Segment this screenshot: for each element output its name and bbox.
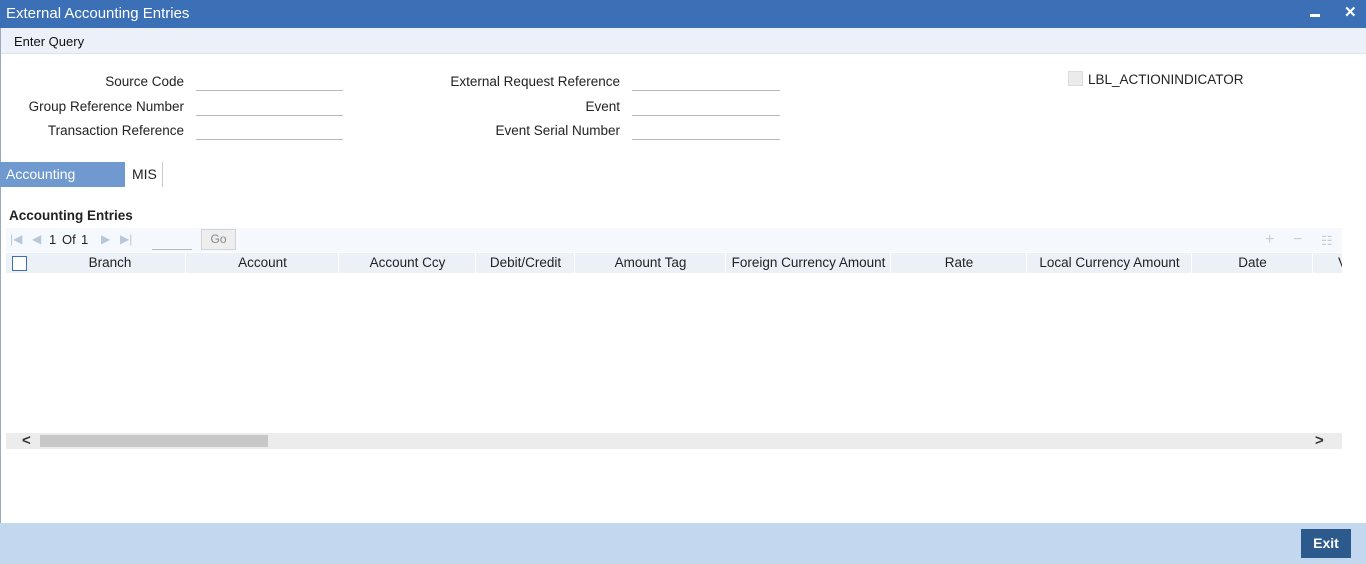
- column-header-local-currency-amount[interactable]: Local Currency Amount: [1028, 253, 1192, 273]
- window-titlebar: External Accounting Entries ✕: [0, 0, 1366, 28]
- column-header-account-ccy[interactable]: Account Ccy: [340, 253, 476, 273]
- external-request-reference-field[interactable]: [632, 71, 780, 91]
- column-header-amount-tag[interactable]: Amount Tag: [576, 253, 726, 273]
- current-page: 1: [49, 232, 57, 247]
- event-field[interactable]: [632, 96, 780, 116]
- previous-page-icon[interactable]: ◀: [32, 232, 41, 246]
- column-header-branch[interactable]: Branch: [35, 253, 186, 273]
- horizontal-scrollbar[interactable]: < >: [6, 432, 1342, 449]
- select-all-checkbox[interactable]: [12, 256, 27, 271]
- page-number-input[interactable]: [152, 230, 192, 250]
- external-request-reference-label: External Request Reference: [450, 74, 620, 89]
- action-indicator-label: LBL_ACTIONINDICATOR: [1088, 72, 1244, 87]
- event-label: Event: [585, 99, 620, 114]
- footer-bar: Exit: [0, 523, 1366, 564]
- list-view-icon[interactable]: ☷: [1321, 233, 1333, 249]
- column-header-debit-credit[interactable]: Debit/Credit: [477, 253, 575, 273]
- action-indicator-checkbox[interactable]: [1068, 71, 1083, 86]
- first-page-icon[interactable]: |◀: [10, 232, 22, 246]
- scrollbar-thumb[interactable]: [40, 435, 268, 447]
- scroll-left-icon[interactable]: <: [22, 432, 31, 449]
- menubar: Enter Query: [0, 28, 1366, 54]
- close-icon[interactable]: ✕: [1344, 4, 1357, 22]
- group-reference-number-label: Group Reference Number: [28, 99, 184, 114]
- transaction-reference-label: Transaction Reference: [47, 123, 184, 138]
- go-button[interactable]: Go: [201, 229, 236, 250]
- source-code-label: Source Code: [105, 74, 184, 89]
- tab-accounting-entries[interactable]: Accounting Entries: [0, 162, 125, 207]
- section-title: Accounting Entries: [9, 208, 133, 223]
- column-header-foreign-currency-amount[interactable]: Foreign Currency Amount: [727, 253, 891, 273]
- next-page-icon[interactable]: ▶: [101, 232, 110, 246]
- minimize-icon[interactable]: [1310, 4, 1320, 22]
- column-header-account[interactable]: Account: [187, 253, 339, 273]
- column-header-rate[interactable]: Rate: [892, 253, 1027, 273]
- window-title: External Accounting Entries: [6, 5, 190, 22]
- add-row-icon[interactable]: +: [1265, 231, 1274, 249]
- enter-query-menu-item[interactable]: Enter Query: [14, 34, 84, 49]
- exit-button[interactable]: Exit: [1301, 529, 1351, 558]
- page-of-label: Of: [62, 232, 76, 247]
- column-header-v[interactable]: V: [1314, 253, 1342, 273]
- delete-row-icon[interactable]: −: [1293, 231, 1302, 249]
- group-reference-number-field[interactable]: [196, 96, 343, 116]
- total-pages: 1: [81, 232, 89, 247]
- transaction-reference-field[interactable]: [196, 120, 343, 140]
- grid-header: Branch Account Account Ccy Debit/Credit …: [6, 253, 1342, 273]
- last-page-icon[interactable]: ▶|: [120, 232, 132, 246]
- grid-toolbar: |◀ ◀ 1 Of 1 ▶ ▶| Go + − ☷: [6, 228, 1342, 252]
- column-header-date[interactable]: Date: [1193, 253, 1313, 273]
- tab-mis[interactable]: MIS: [126, 162, 163, 187]
- window-border: [0, 28, 1, 564]
- event-serial-number-label: Event Serial Number: [495, 123, 620, 138]
- source-code-field[interactable]: [196, 71, 343, 91]
- scroll-right-icon[interactable]: >: [1315, 432, 1324, 449]
- event-serial-number-field[interactable]: [632, 120, 780, 140]
